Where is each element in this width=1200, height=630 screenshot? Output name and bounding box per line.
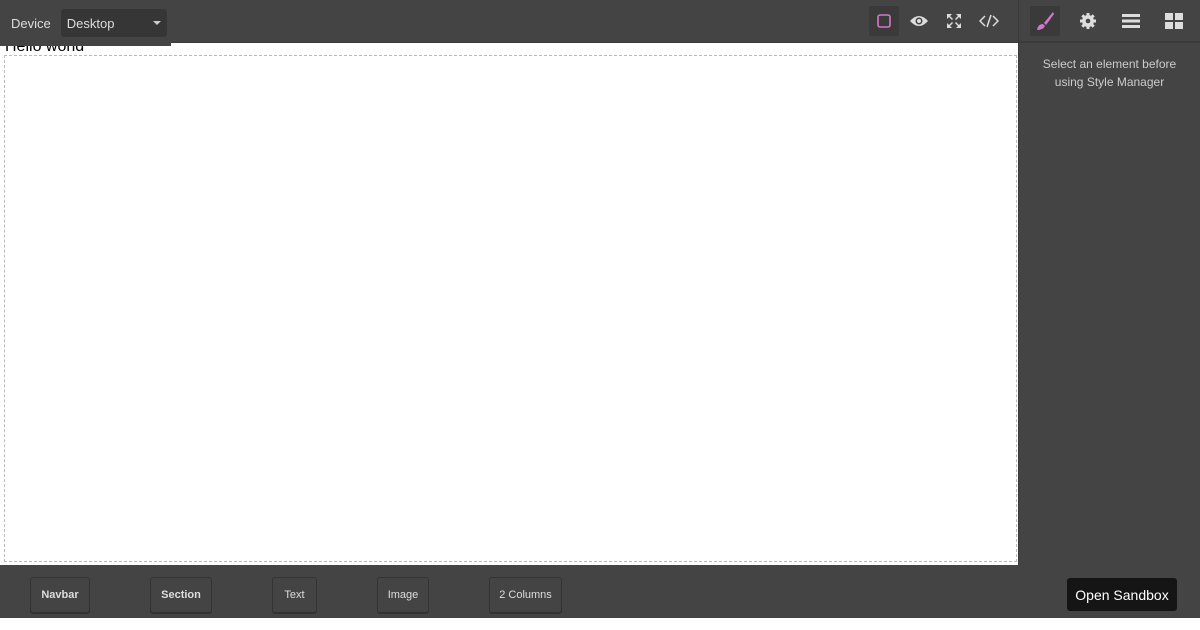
blocks-bar: Navbar Section Text Image 2 Columns Open… — [0, 565, 1200, 618]
square-outline-icon — [877, 14, 891, 28]
sw-visibility-button[interactable] — [869, 6, 899, 36]
device-select[interactable]: Desktop — [60, 9, 167, 37]
block-2-columns[interactable]: 2 Columns — [489, 577, 562, 613]
expand-icon — [947, 14, 961, 28]
options-panel — [869, 6, 1004, 36]
device-label: Device — [11, 15, 51, 31]
settings-tab[interactable] — [1073, 6, 1103, 36]
blocks-tab[interactable] — [1159, 6, 1189, 36]
device-panel: Device Desktop — [0, 0, 171, 46]
block-section[interactable]: Section — [150, 577, 212, 613]
open-sandbox-button[interactable]: Open Sandbox — [1067, 578, 1177, 611]
paintbrush-icon — [1036, 11, 1054, 30]
block-image[interactable]: Image — [377, 577, 429, 613]
editor-canvas[interactable]: Hello world — [3, 38, 1018, 563]
gear-icon — [1079, 12, 1096, 29]
eye-icon — [910, 16, 928, 26]
preview-button[interactable] — [904, 6, 934, 36]
body-wrapper[interactable] — [4, 55, 1017, 562]
code-icon — [979, 14, 999, 28]
grid-icon — [1165, 12, 1184, 29]
style-manager-message: Select an element before using Style Man… — [1042, 57, 1177, 89]
caret-down-icon — [152, 21, 161, 25]
layer-manager-tab[interactable] — [1116, 6, 1146, 36]
style-manager-tab[interactable] — [1029, 5, 1060, 36]
export-code-button[interactable] — [974, 6, 1004, 36]
bars-icon — [1122, 13, 1141, 28]
device-select-value: Desktop — [66, 15, 115, 31]
fullscreen-button[interactable] — [939, 6, 969, 36]
block-navbar[interactable]: Navbar — [30, 577, 90, 613]
block-text[interactable]: Text — [272, 577, 317, 613]
right-panel: Select an element before using Style Man… — [1018, 0, 1200, 565]
views-panel — [1019, 0, 1200, 43]
